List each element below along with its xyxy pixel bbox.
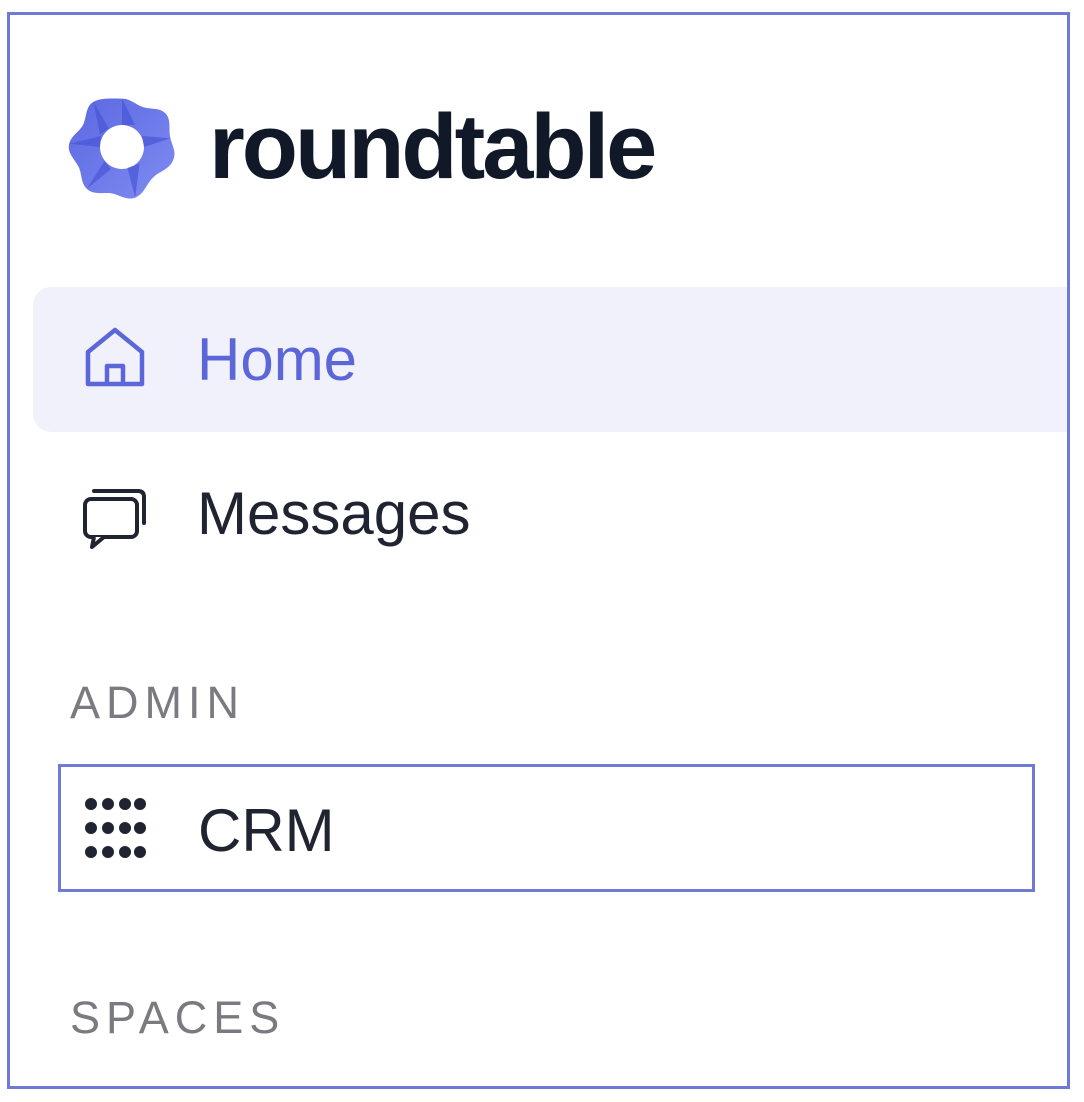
nav-item-label: CRM	[198, 797, 335, 864]
nav-item-messages[interactable]: Messages	[33, 447, 1063, 582]
roundtable-logo-icon	[68, 98, 175, 199]
section-title-spaces: SPACES	[70, 992, 286, 1043]
nav-item-label: Messages	[197, 480, 471, 547]
nav-item-home[interactable]: Home	[33, 287, 1067, 432]
nav-item-label: Home	[197, 326, 358, 393]
sidebar: roundtable Home Messages ADMIN CRM SPACE…	[7, 12, 1070, 1089]
home-icon	[85, 327, 145, 387]
section-title-admin: ADMIN	[70, 677, 245, 728]
messages-icon	[83, 489, 146, 549]
brand-name: roundtable	[209, 96, 657, 198]
nav-item-crm[interactable]: CRM	[58, 764, 1035, 892]
grid-dots-icon	[85, 798, 146, 858]
brand-logo[interactable]: roundtable	[67, 87, 657, 207]
